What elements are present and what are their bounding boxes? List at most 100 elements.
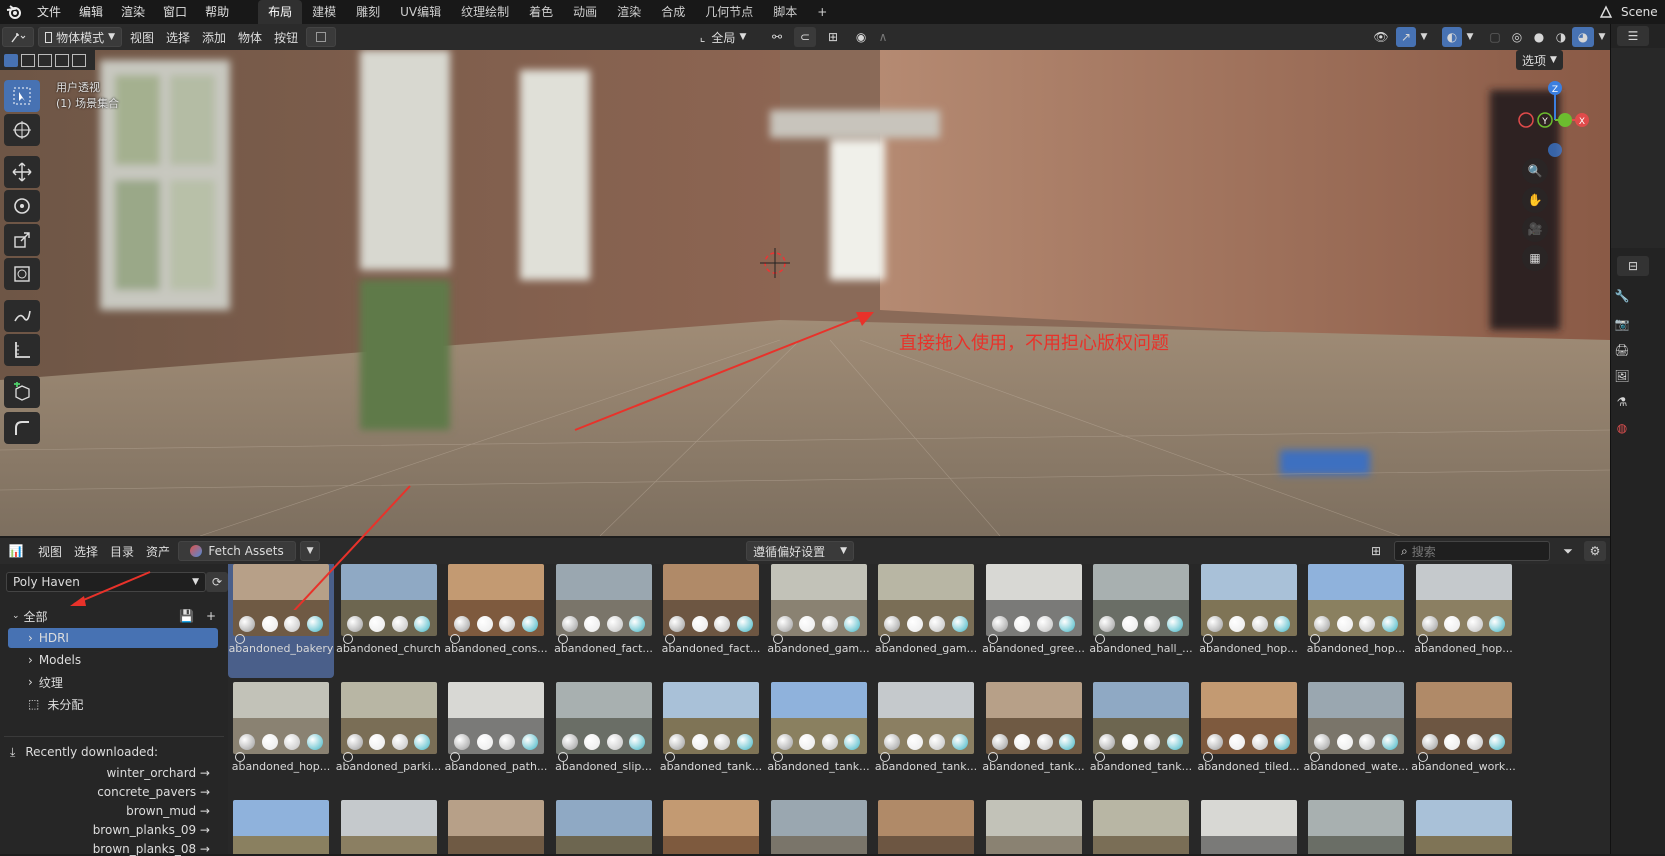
outliner-editor-icon[interactable]: ☰	[1617, 26, 1649, 46]
menu-object[interactable]: 物体	[232, 27, 268, 47]
recent-item[interactable]: winter_orchard →	[106, 766, 210, 780]
wireframe-shading-icon[interactable]: ◎	[1506, 27, 1528, 47]
menu-button[interactable]: 按钮	[268, 27, 304, 47]
render-properties-icon[interactable]: 📷	[1611, 314, 1633, 334]
tab-texture-paint[interactable]: 纹理绘制	[451, 0, 519, 24]
pivot-icon[interactable]: ⚯	[760, 27, 794, 47]
asset-tile[interactable]: abandoned_parki...	[336, 678, 442, 773]
asset-tile[interactable]: abandoned_fact...	[551, 564, 657, 655]
catalog-models[interactable]: › Models	[28, 650, 81, 670]
tab-uv-editing[interactable]: UV编辑	[390, 0, 451, 24]
properties-editor-icon[interactable]: ⊟	[1617, 256, 1649, 276]
gizmo-toggle-icon[interactable]: ↗	[1396, 27, 1416, 47]
asset-tile[interactable]: abandoned_gam...	[873, 564, 979, 655]
scene-name[interactable]: Scene	[1617, 0, 1665, 24]
asset-tile[interactable]: abandoned_hall_...	[1088, 564, 1194, 655]
chevron-down-icon[interactable]: ▼	[1462, 27, 1478, 47]
asset-tile[interactable]: abandoned_wate...	[1303, 678, 1409, 773]
tab-layout[interactable]: 布局	[258, 0, 303, 24]
asset-tile[interactable]	[551, 796, 657, 854]
add-workspace-icon[interactable]: +	[807, 0, 837, 24]
asset-tile[interactable]: abandoned_hop...	[228, 678, 334, 773]
menu-select[interactable]: 选择	[160, 27, 196, 47]
output-properties-icon[interactable]: 🖨	[1611, 340, 1633, 360]
asset-tile[interactable]	[1411, 796, 1517, 854]
world-properties-icon[interactable]: ◍	[1611, 418, 1633, 438]
menu-file[interactable]: 文件	[28, 0, 70, 24]
solid-shading-icon[interactable]: ●	[1528, 27, 1550, 47]
asset-tile[interactable]	[981, 796, 1087, 854]
asset-tile[interactable]	[1088, 796, 1194, 854]
chevron-down-icon[interactable]: ▼	[1416, 27, 1432, 47]
scene-icon[interactable]	[1595, 2, 1617, 22]
asset-tile[interactable]	[228, 796, 334, 854]
editor-type-icon[interactable]	[2, 27, 34, 47]
tool-properties-icon[interactable]: 🔧	[1611, 286, 1633, 306]
view-layer-icon[interactable]: 🖼	[1611, 366, 1633, 386]
asset-tile[interactable]: abandoned_gam...	[766, 564, 872, 655]
menu-render[interactable]: 渲染	[112, 0, 154, 24]
asset-tile[interactable]: abandoned_gree...	[981, 564, 1087, 655]
catalog-unassigned[interactable]: ⬚ 未分配	[28, 694, 83, 714]
search-field[interactable]: ⌕ 搜索	[1394, 541, 1550, 561]
menu-view[interactable]: 视图	[124, 27, 160, 47]
tab-animation[interactable]: 动画	[563, 0, 607, 24]
asset-tile[interactable]: abandoned_hop...	[1196, 564, 1302, 655]
tab-compositing[interactable]: 合成	[651, 0, 695, 24]
asset-tile[interactable]	[443, 796, 549, 854]
tab-sculpting[interactable]: 雕刻	[346, 0, 390, 24]
mode-dropdown[interactable]: 物体模式 ▼	[38, 27, 122, 47]
blender-logo-icon[interactable]	[0, 2, 28, 22]
transform-orientation-dropdown[interactable]: ⌞ 全局 ▼	[686, 27, 760, 47]
asset-tile[interactable]: abandoned_hop...	[1411, 564, 1517, 655]
asset-tile[interactable]	[336, 796, 442, 854]
menu-help[interactable]: 帮助	[196, 0, 238, 24]
material-shading-icon[interactable]: ◑	[1550, 27, 1572, 47]
3d-viewport[interactable]: 用户透视 (1) 场景集合 选项 ▼ Z Y X 🔍 ✋ 🎥 ▦ 直接拖入使用，…	[0, 50, 1610, 536]
rendered-shading-icon[interactable]: ◕	[1572, 27, 1594, 47]
menu-edit[interactable]: 编辑	[70, 0, 112, 24]
menu-window[interactable]: 窗口	[154, 0, 196, 24]
asset-tile[interactable]: abandoned_slip...	[551, 678, 657, 773]
recent-item[interactable]: brown_mud →	[126, 804, 210, 818]
recent-item[interactable]: brown_planks_09 →	[93, 823, 210, 837]
catalog-hdri[interactable]: › HDRI	[8, 628, 218, 648]
asset-tile[interactable]: abandoned_tank...	[766, 678, 872, 773]
asset-tile[interactable]	[766, 796, 872, 854]
filter-icon[interactable]: ⏷	[1552, 541, 1584, 561]
overlay-toggle-icon[interactable]: ◐	[1442, 27, 1462, 47]
display-mode-icon[interactable]: ⊞	[1360, 541, 1392, 561]
asset-tile[interactable]: abandoned_hop...	[1303, 564, 1409, 655]
asset-tile[interactable]: abandoned_tank...	[981, 678, 1087, 773]
asset-tile[interactable]: abandoned_tank...	[873, 678, 979, 773]
xray-icon[interactable]: ▢	[1484, 27, 1506, 47]
tab-scripting[interactable]: 脚本	[763, 0, 807, 24]
asset-tile[interactable]: abandoned_tank...	[658, 678, 764, 773]
tab-geometry-nodes[interactable]: 几何节点	[695, 0, 763, 24]
menu-add[interactable]: 添加	[196, 27, 232, 47]
import-method-dropdown[interactable]: 遵循偏好设置 ▼	[746, 541, 855, 561]
proportional-edit-icon[interactable]: ◉	[850, 27, 872, 47]
asset-tile[interactable]	[1196, 796, 1302, 854]
asset-tile[interactable]	[658, 796, 764, 854]
asset-tile[interactable]: abandoned_cons...	[443, 564, 549, 655]
visibility-icon[interactable]: 👁	[1366, 27, 1396, 47]
asset-tile[interactable]: abandoned_work...	[1411, 678, 1517, 773]
tab-shading[interactable]: 着色	[519, 0, 563, 24]
scene-properties-icon[interactable]: ⚗	[1611, 392, 1633, 412]
snap-target-icon[interactable]: ⊞	[816, 27, 850, 47]
tab-modeling[interactable]: 建模	[302, 0, 346, 24]
chevron-down-icon[interactable]: ▼	[1594, 27, 1610, 47]
tab-rendering[interactable]: 渲染	[607, 0, 651, 24]
settings-gear-icon[interactable]: ⚙	[1584, 541, 1606, 561]
curve-dropdown-icon[interactable]	[306, 27, 337, 47]
asset-tile[interactable]: abandoned_path...	[443, 678, 549, 773]
add-catalog-icon[interactable]: +	[206, 609, 216, 623]
asset-tile[interactable]: abandoned_tiled...	[1196, 678, 1302, 773]
save-catalog-icon[interactable]: 💾	[179, 609, 194, 623]
asset-tile[interactable]: abandoned_tank...	[1088, 678, 1194, 773]
asset-tile[interactable]: abandoned_fact...	[658, 564, 764, 655]
recent-item[interactable]: concrete_pavers →	[97, 785, 210, 799]
asset-tile[interactable]	[1303, 796, 1409, 854]
catalog-textures[interactable]: › 纹理	[28, 672, 63, 692]
